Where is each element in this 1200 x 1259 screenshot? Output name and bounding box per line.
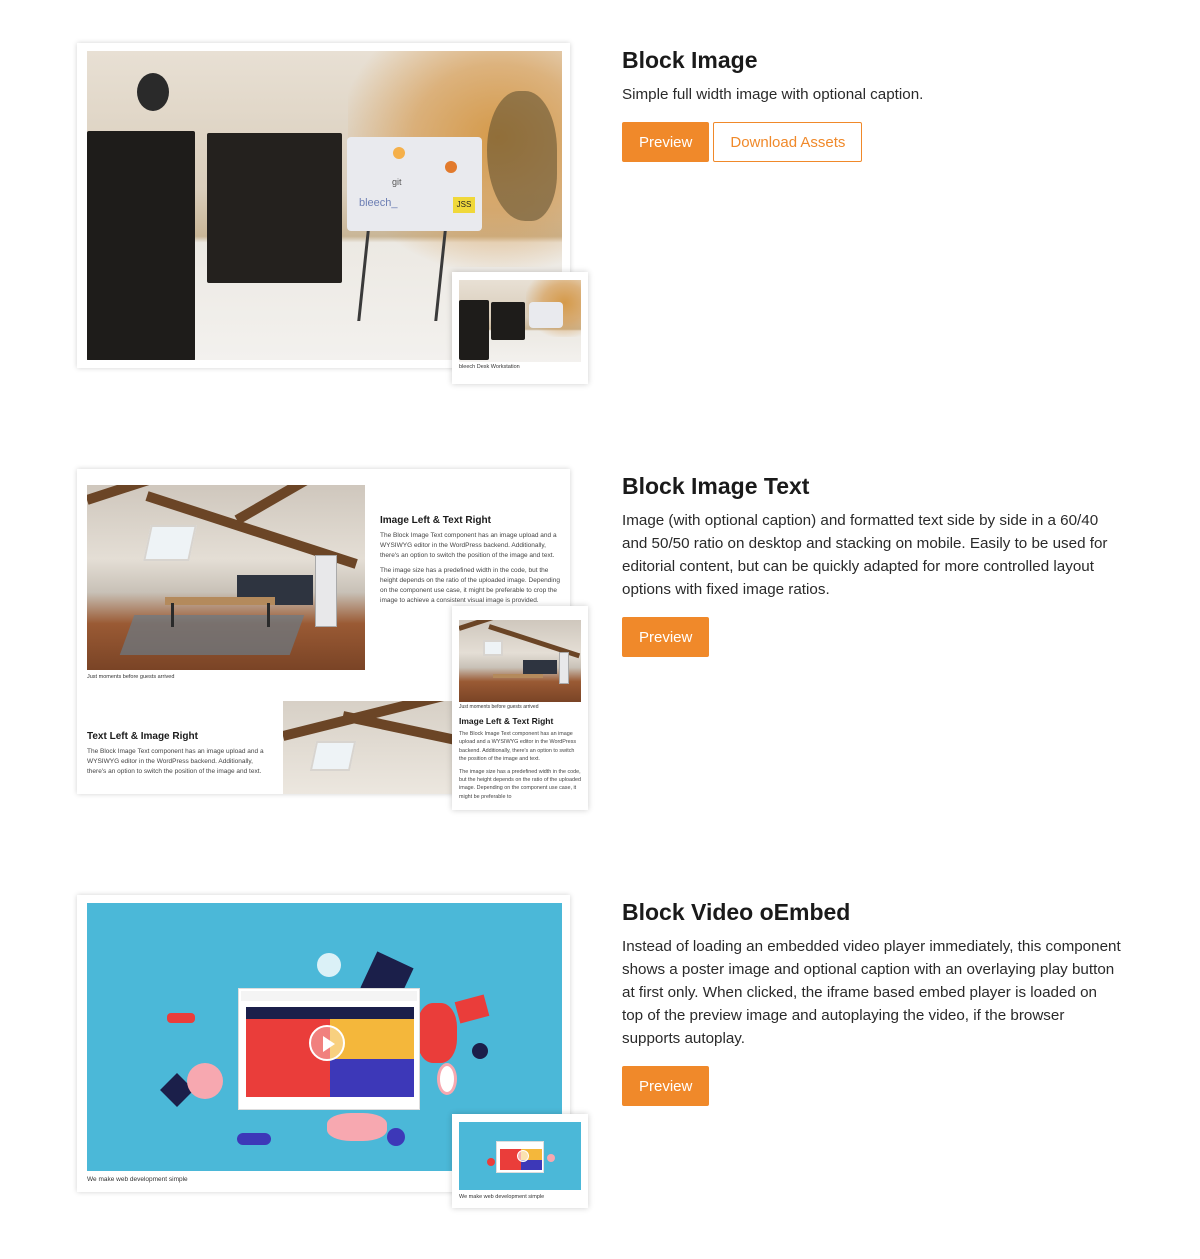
block-description: Instead of loading an embedded video pla…	[622, 938, 1121, 1047]
mobile-caption: bleech Desk Workstation	[459, 364, 520, 370]
text-heading: Image Left & Text Right	[380, 515, 491, 526]
text-column-2: Text Left & Image Right The Block Image …	[87, 731, 272, 777]
office-photo-small	[459, 280, 581, 362]
block-title: Block Video oEmbed	[622, 899, 851, 925]
desktop-caption: Just moments before guests arrived	[87, 674, 175, 680]
block-image-text-mobile-preview: Just moments before guests arrived Image…	[452, 606, 588, 810]
button-group: Preview	[622, 1066, 1122, 1106]
mobile-text: Image Left & Text Right The Block Image …	[459, 716, 581, 801]
attic-photo-small	[459, 620, 581, 702]
video-poster-small	[459, 1122, 581, 1190]
text-paragraph: The Block Image Text component has an im…	[380, 532, 557, 560]
block-title: Block Image	[622, 47, 758, 73]
block-description: Simple full width image with optional ca…	[622, 86, 924, 103]
play-button-icon[interactable]	[309, 1025, 345, 1061]
browser-illustration	[239, 989, 419, 1109]
block-image-mobile-preview: bleech Desk Workstation	[452, 272, 588, 384]
mobile-caption: Just moments before guests arrived	[459, 704, 539, 710]
block-image-info: Block Image Simple full width image with…	[622, 46, 1122, 162]
text-heading: Text Left & Image Right	[87, 731, 198, 742]
text-paragraph: The image size has a predefined width in…	[380, 567, 560, 605]
desktop-caption: We make web development simple	[87, 1176, 188, 1183]
text-paragraph: The image size has a predefined width in…	[459, 768, 581, 800]
preview-button[interactable]: Preview	[622, 1066, 710, 1106]
text-paragraph: The Block Image Text component has an im…	[87, 748, 264, 776]
text-heading: Image Left & Text Right	[459, 716, 554, 726]
block-description: Image (with optional caption) and format…	[622, 512, 1108, 598]
block-video-info: Block Video oEmbed Instead of loading an…	[622, 898, 1122, 1106]
block-image-text-section: Just moments before guests arrived Image…	[0, 426, 1200, 846]
button-group: Preview	[622, 617, 1122, 657]
text-column-1: Image Left & Text Right The Block Image …	[380, 515, 560, 606]
mobile-caption: We make web development simple	[459, 1194, 545, 1200]
preview-button[interactable]: Preview	[622, 122, 710, 162]
download-assets-button[interactable]: Download Assets	[713, 122, 863, 162]
block-video-oembed-section: We make web development simple We make w…	[0, 852, 1200, 1259]
block-video-mobile-preview: We make web development simple	[452, 1114, 588, 1208]
button-group: Preview Download Assets	[622, 122, 1122, 162]
attic-photo	[87, 485, 365, 670]
text-paragraph: The Block Image Text component has an im…	[459, 731, 577, 763]
block-image-section: bleech_ git JSS bleech Desk Workstation …	[0, 0, 1200, 420]
block-title: Block Image Text	[622, 473, 810, 499]
preview-button[interactable]: Preview	[622, 617, 710, 657]
block-image-text-info: Block Image Text Image (with optional ca…	[622, 472, 1122, 657]
